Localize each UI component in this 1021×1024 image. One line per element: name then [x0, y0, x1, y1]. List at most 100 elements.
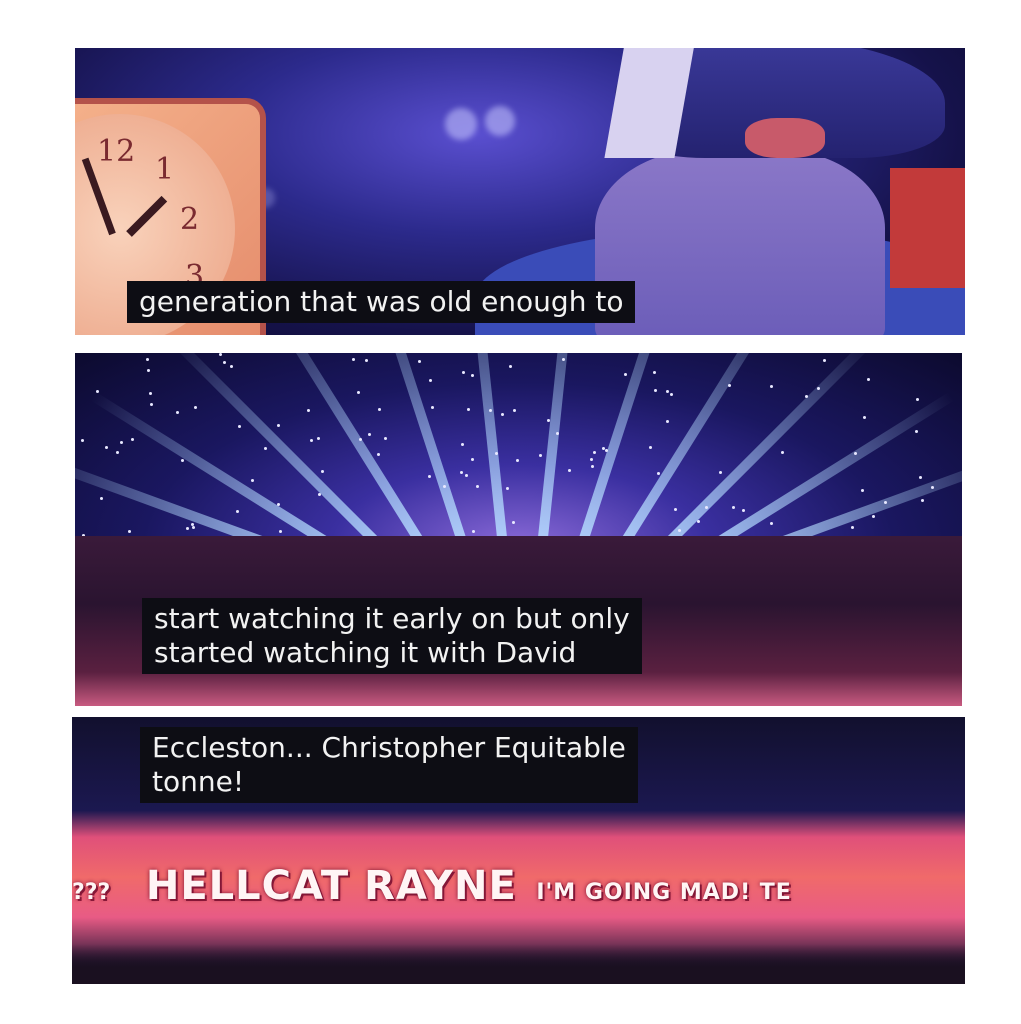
sparkle-dot — [513, 409, 516, 412]
sparkle-dot — [428, 475, 431, 478]
sparkle-dot — [916, 398, 919, 401]
sparkle-dot — [146, 358, 149, 361]
sparkle-dot — [915, 430, 918, 433]
sparkle-dot — [150, 403, 153, 406]
sparkle-dot — [495, 452, 498, 455]
sparkle-dot — [378, 408, 381, 411]
sparkle-dot — [602, 447, 605, 450]
sparkle-dot — [128, 530, 131, 533]
sparkle-dot — [368, 433, 371, 436]
sparkle-dot — [666, 420, 669, 423]
sparkle-dot — [238, 425, 241, 428]
photo-panel-2: start watching it early on but only star… — [75, 353, 962, 706]
sparkle-dot — [279, 530, 282, 533]
light-bokeh — [485, 106, 515, 136]
sparkle-dot — [461, 443, 464, 446]
sparkle-dot — [568, 469, 571, 472]
clock-hand — [126, 195, 168, 237]
man-in-cap — [475, 48, 965, 335]
sparkle-dot — [192, 526, 195, 529]
photo-panel-3: Eccleston... Christopher Equitable tonne… — [72, 717, 965, 984]
cap-shape — [604, 48, 945, 158]
sparkle-dot — [719, 471, 722, 474]
sparkle-dot — [476, 485, 479, 488]
sparkle-dot — [653, 371, 656, 374]
sparkle-dot — [431, 406, 434, 409]
sparkle-dot — [230, 365, 233, 368]
sparkle-dot — [506, 487, 509, 490]
sparkle-dot — [884, 501, 887, 504]
sparkle-dot — [854, 452, 857, 455]
sparkle-dot — [277, 503, 280, 506]
subtitle-caption: start watching it early on but only star… — [142, 598, 642, 674]
sparkle-dot — [539, 454, 542, 457]
sparkle-dot — [678, 529, 681, 532]
sparkle-dot — [919, 476, 922, 479]
photo-panel-1: 12 1 2 3 generation that was old enough … — [75, 48, 965, 335]
sparkle-dot — [443, 485, 446, 488]
sparkle-dot — [921, 499, 924, 502]
sparkle-dot — [460, 471, 463, 474]
sparkle-dot — [191, 523, 194, 526]
sparkle-dot — [489, 409, 492, 412]
light-beam — [535, 353, 579, 567]
sparkle-dot — [863, 416, 866, 419]
sparkle-dot — [605, 449, 608, 452]
cap-logo — [745, 118, 825, 158]
sparkle-dot — [556, 432, 559, 435]
sparkle-dot — [384, 437, 387, 440]
sparkle-dot — [186, 527, 189, 530]
sparkle-dot — [512, 521, 515, 524]
sparkle-dot — [562, 358, 565, 361]
sparkle-dot — [359, 438, 362, 441]
sparkle-dot — [590, 458, 593, 461]
sparkle-dot — [81, 439, 84, 442]
sparkle-dot — [176, 411, 179, 414]
sparkle-dot — [872, 515, 875, 518]
sparkle-dot — [264, 447, 267, 450]
sparkle-dot — [472, 530, 475, 533]
sparkle-dot — [817, 387, 820, 390]
sparkle-dot — [377, 453, 380, 456]
sparkle-dot — [429, 379, 432, 382]
sparkle-dot — [318, 493, 321, 496]
sparkle-dot — [131, 438, 134, 441]
sparkle-dot — [310, 439, 313, 442]
light-bokeh — [445, 108, 477, 140]
sparkle-dot — [181, 459, 184, 462]
clock-number: 1 — [155, 152, 175, 187]
sparkle-dot — [116, 451, 119, 454]
sparkle-dot — [705, 506, 708, 509]
sparkle-dot — [465, 474, 468, 477]
sparkle-dot — [657, 472, 660, 475]
sparkle-dot — [357, 391, 360, 394]
banner-name: HELLCAT RAYNE — [145, 863, 517, 909]
sparkle-dot — [728, 384, 731, 387]
sparkle-dot — [770, 385, 773, 388]
sparkle-dot — [100, 497, 103, 500]
sparkle-dot — [781, 451, 784, 454]
sparkle-dot — [471, 458, 474, 461]
sparkle-dot — [251, 479, 254, 482]
sparkle-dot — [105, 446, 108, 449]
sparkle-dot — [223, 361, 226, 364]
sparkle-dot — [547, 419, 550, 422]
sparkle-dot — [219, 353, 222, 356]
banner-prefix: ??? — [72, 880, 111, 905]
sparkle-dot — [501, 413, 504, 416]
sparkle-dot — [236, 510, 239, 513]
sparkle-dot — [666, 390, 669, 393]
subtitle-line: tonne! — [152, 765, 245, 798]
sparkle-dot — [805, 395, 808, 398]
clock-hand — [81, 157, 116, 236]
sparkle-dot — [624, 373, 627, 376]
sparkle-dot — [732, 506, 735, 509]
clock-number: 2 — [180, 202, 200, 237]
clock-number: 12 — [97, 134, 136, 169]
subtitle-line: start watching it early on but only — [154, 602, 630, 635]
subtitle-caption: Eccleston... Christopher Equitable tonne… — [140, 727, 638, 803]
sparkle-dot — [194, 406, 197, 409]
audience-heads — [72, 944, 965, 984]
sparkle-dot — [462, 371, 465, 374]
sparkle-dot — [147, 369, 150, 372]
